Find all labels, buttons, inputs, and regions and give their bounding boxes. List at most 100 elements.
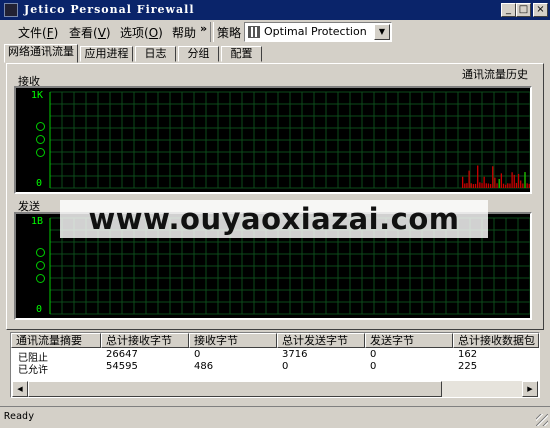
traffic-summary-table[interactable]: 通讯流量摘要 总计接收字节 接收字节 总计发送字节 发送字节 总计接收数据包 已… — [10, 332, 540, 398]
policy-label: 策略 — [217, 26, 242, 40]
receive-bar — [479, 182, 481, 188]
receive-ymax-label: 1K — [31, 90, 44, 101]
menu-view[interactable]: 查看(V) — [69, 24, 111, 41]
receive-chart-svg — [49, 91, 530, 189]
menu-file-label: 文件 — [18, 26, 43, 40]
watermark-banner: www.ouyaoxiazai.com — [60, 200, 488, 238]
column-header-total-sent-bytes[interactable]: 总计发送字节 — [277, 333, 365, 348]
title-bar: Jetico Personal Firewall _ □ × — [0, 0, 550, 20]
table-cell: 162 — [458, 349, 478, 360]
zoom-out-icon[interactable] — [36, 135, 45, 144]
scroll-right-icon[interactable]: ▶ — [522, 381, 538, 397]
receive-bar — [522, 183, 524, 188]
receive-bar — [513, 174, 515, 188]
tab-logs[interactable]: 日志 — [135, 46, 176, 62]
receive-bar — [487, 183, 490, 188]
receive-bar — [502, 183, 505, 188]
send-ymax-label: 1B — [31, 216, 44, 227]
menu-options-key: O — [148, 26, 159, 40]
column-header-total-received-packets[interactable]: 总计接收数据包 — [453, 333, 539, 348]
receive-bar — [474, 183, 477, 188]
column-header-total-received-bytes[interactable]: 总计接收字节 — [101, 333, 189, 348]
status-bar: Ready — [0, 406, 550, 428]
table-cell: 486 — [194, 361, 214, 372]
receive-bar — [496, 183, 498, 188]
receive-bar — [507, 183, 509, 188]
receive-peak-bar — [498, 179, 500, 188]
send-zoom-out-icon[interactable] — [36, 261, 45, 270]
receive-bar — [464, 183, 466, 188]
table-cell: 225 — [458, 361, 478, 372]
maximize-button[interactable]: □ — [516, 3, 531, 17]
toolbar-separator — [210, 22, 214, 42]
receive-bar — [462, 176, 464, 188]
tab-groups[interactable]: 分组 — [178, 46, 219, 62]
menu-file-key: F — [46, 26, 54, 40]
table-cell: 26647 — [106, 349, 138, 360]
menu-help[interactable]: 帮助 — [172, 24, 196, 41]
traffic-history-label: 通讯流量历史 — [460, 66, 530, 82]
receive-bar — [505, 184, 507, 188]
receive-bar — [481, 183, 483, 188]
receive-bar — [517, 173, 520, 188]
scrollbar-thumb[interactable] — [28, 381, 442, 397]
table-cell: 54595 — [106, 361, 138, 372]
menu-help-label: 帮助 — [172, 26, 197, 40]
menu-options-label: 选项 — [120, 26, 145, 40]
receive-chart: 1K 0 — [14, 86, 532, 194]
status-text: Ready — [4, 411, 35, 422]
receive-bar — [485, 183, 487, 188]
receive-bar — [520, 180, 522, 188]
receive-bar — [489, 184, 492, 188]
resize-grip-icon[interactable] — [536, 414, 548, 426]
table-cell: 3716 — [282, 349, 308, 360]
receive-bar — [511, 172, 513, 188]
menu-overflow-chevron-icon[interactable]: » — [200, 22, 207, 35]
receive-bar — [509, 183, 511, 188]
menu-file[interactable]: 文件(F) — [18, 24, 58, 41]
receive-bar — [472, 184, 475, 188]
receive-bar — [500, 173, 502, 188]
scroll-left-icon[interactable]: ◀ — [12, 381, 28, 397]
menu-options[interactable]: 选项(O) — [120, 24, 163, 41]
policy-select[interactable]: Optimal Protection ▼ — [244, 22, 392, 42]
zoom-in-icon[interactable] — [36, 122, 45, 131]
receive-bar — [470, 183, 472, 188]
menu-view-key: V — [97, 26, 106, 40]
chevron-down-icon[interactable]: ▼ — [374, 24, 390, 40]
table-cell: 0 — [370, 361, 377, 372]
receive-bar — [492, 166, 494, 188]
menu-view-label: 查看 — [69, 26, 94, 40]
window-title: Jetico Personal Firewall — [24, 3, 195, 16]
policy-select-value: Optimal Protection — [264, 25, 367, 38]
receive-bar — [515, 182, 518, 188]
table-cell: 0 — [370, 349, 377, 360]
horizontal-scrollbar[interactable]: ◀ ▶ — [12, 381, 538, 397]
receive-bar — [466, 183, 468, 188]
table-cell: 0 — [194, 349, 201, 360]
send-ymin-label: 0 — [36, 304, 43, 315]
column-header-sent-bytes[interactable]: 发送字节 — [365, 333, 453, 348]
close-button[interactable]: × — [533, 3, 548, 17]
receive-bar — [528, 183, 530, 188]
receive-bar — [468, 170, 470, 188]
zoom-reset-icon[interactable] — [36, 148, 45, 157]
minimize-button[interactable]: _ — [501, 3, 516, 17]
table-cell: 0 — [282, 361, 289, 372]
column-header-summary[interactable]: 通讯流量摘要 — [11, 333, 101, 348]
receive-bar — [477, 165, 479, 188]
receive-ymin-label: 0 — [36, 178, 43, 189]
receive-bar — [526, 183, 528, 188]
tab-applications[interactable]: 应用进程 — [80, 46, 133, 62]
receive-peak-bar — [524, 172, 526, 188]
send-zoom-reset-icon[interactable] — [36, 274, 45, 283]
policy-grid-icon — [248, 26, 260, 38]
tab-config[interactable]: 配置 — [221, 46, 262, 62]
tab-network-traffic[interactable]: 网络通讯流量 — [4, 44, 78, 63]
receive-bar — [483, 176, 485, 188]
app-icon — [4, 3, 18, 17]
receive-bar — [494, 177, 496, 188]
send-zoom-in-icon[interactable] — [36, 248, 45, 257]
table-row-allowed-label[interactable]: 已允许 — [13, 361, 48, 376]
column-header-received-bytes[interactable]: 接收字节 — [189, 333, 277, 348]
